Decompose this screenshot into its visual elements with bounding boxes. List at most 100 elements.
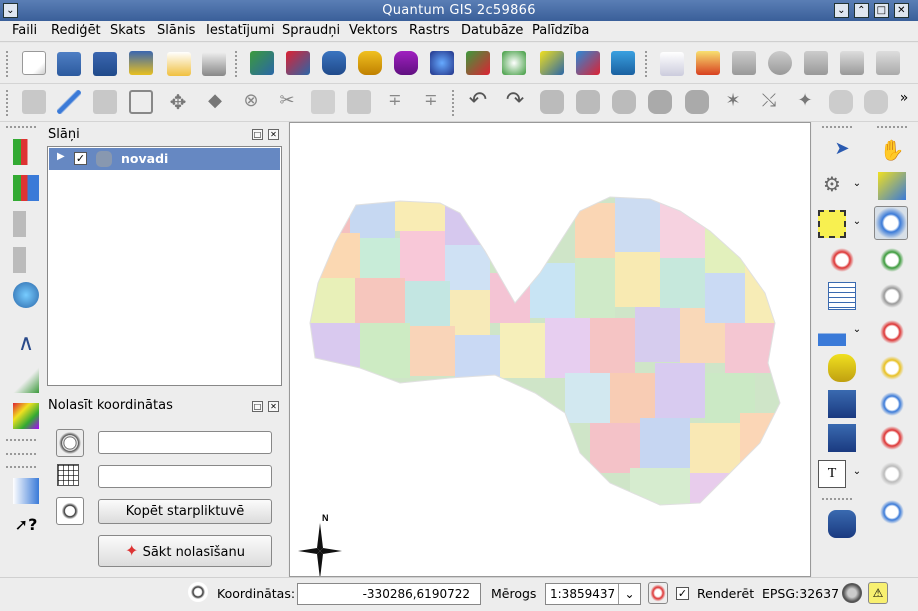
minimize-icon[interactable]: ⌄ [834,3,849,18]
histogram-gray-icon[interactable] [13,211,39,237]
identify-icon[interactable]: ➤ [828,138,856,166]
delete-selected-icon[interactable]: ⊗ [239,90,263,114]
field-calc-icon[interactable]: ∓ [383,90,407,114]
grid-tool-icon[interactable] [13,403,39,429]
histogram-gray2-icon[interactable] [13,247,39,273]
new-project-icon[interactable] [22,51,46,75]
layer-row-novadi[interactable]: ▶ ✓ novadi [49,148,280,170]
whats-this-icon[interactable]: ➚? [13,515,39,541]
pan-icon[interactable]: ✋ [878,138,906,166]
zoom-next-icon[interactable] [878,424,906,452]
toolbar-grip[interactable] [235,51,238,77]
toolbar-grip[interactable] [6,90,9,116]
copy-to-clipboard-button[interactable]: Kopēt starpliktuvē [98,499,272,524]
show-icon[interactable] [768,51,792,75]
cut-features-icon[interactable]: ✂ [275,90,299,114]
float-panel-icon[interactable]: □ [252,129,263,140]
help-book-icon[interactable] [13,478,39,504]
dropdown-arrow-icon[interactable]: ⌄ [850,324,864,352]
coord-field-2[interactable] [98,465,272,488]
histogram-icon[interactable] [13,139,39,165]
deselect-icon[interactable] [828,246,856,274]
menu-help[interactable]: Palīdzība [532,23,589,38]
print-composer-icon[interactable] [167,52,191,76]
close-icon[interactable]: ✕ [894,3,909,18]
save-layer-icon[interactable] [93,90,117,114]
expand-arrow-icon[interactable]: ▶ [57,151,65,162]
grid-crs-icon[interactable] [57,464,79,486]
menu-settings[interactable]: Iestatījumi [206,23,275,38]
add-part-icon[interactable] [612,90,636,114]
start-capture-button[interactable]: ✦ Sākt nolasīšanu [98,535,272,567]
coords-field[interactable]: -330286,6190722 [297,583,481,605]
db-query-icon[interactable] [828,510,856,538]
label-icon[interactable] [660,52,684,76]
georef-icon[interactable] [13,367,39,393]
attribute-table-icon[interactable] [828,282,856,310]
copy-features-icon[interactable] [311,90,335,114]
menu-raster[interactable]: Rastrs [409,23,450,38]
add-mssql-icon[interactable] [394,51,418,75]
zoom-selection-icon[interactable] [878,354,906,382]
mouse-track-icon[interactable] [56,497,84,525]
undo-icon[interactable]: ↶ [466,90,490,114]
dropdown-arrow-icon[interactable]: ⌄ [850,466,864,494]
text-annotation-icon[interactable]: T [818,460,846,488]
plugin3-icon[interactable] [876,51,900,75]
reshape-icon[interactable]: ✶ [721,90,745,114]
merge-attributes-icon[interactable] [864,90,888,114]
field-calc2-icon[interactable]: ∓ [419,90,443,114]
add-vector-icon[interactable] [466,51,490,75]
toolbar-grip[interactable] [822,126,852,132]
zoom-last-icon[interactable] [878,390,906,418]
add-postgis-icon[interactable] [322,51,346,75]
add-raster-icon[interactable] [250,51,274,75]
stop-render-icon[interactable] [648,582,668,604]
add-ring-icon[interactable] [576,90,600,114]
chevron-right-icon[interactable]: » [896,90,912,114]
node-tool-icon[interactable]: ◆ [203,90,227,114]
offset-curve-icon[interactable]: ⤯ [757,90,781,114]
close-panel-icon[interactable]: ✕ [268,129,279,140]
histogram-arrow-icon[interactable] [13,175,39,201]
new-bookmark-icon[interactable] [828,390,856,418]
menu-view[interactable]: Skats [110,23,145,38]
refresh-icon[interactable] [878,498,906,526]
shade-icon[interactable]: ⌃ [854,3,869,18]
crs-globe-icon[interactable] [56,429,84,457]
warning-icon[interactable]: ⚠ [868,582,888,604]
print-icon[interactable] [202,52,226,76]
render-checkbox[interactable]: ✓ [676,587,689,600]
dropdown-arrow-icon[interactable]: ⌄ [850,178,864,206]
merge-features-icon[interactable] [829,90,853,114]
measure-icon[interactable] [818,318,846,346]
toolbar-grip[interactable] [6,466,36,472]
move-feature-icon[interactable]: ✥ [166,90,190,114]
toolbar-grip[interactable] [6,439,36,445]
toolbar-grip[interactable] [822,498,852,504]
remove-layer-icon[interactable] [611,51,635,75]
plugin-icon[interactable] [804,51,828,75]
plugin2-icon[interactable] [840,51,864,75]
add-feature-icon[interactable] [129,90,153,114]
coord-field-1[interactable] [98,431,272,454]
layer-visibility-checkbox[interactable]: ✓ [74,152,87,165]
coordinate-toggle-icon[interactable] [188,582,208,602]
pan-to-selection-icon[interactable] [878,172,906,200]
toolbar-grip[interactable] [6,453,36,459]
layer-name[interactable]: novadi [121,151,168,166]
add-csv-icon[interactable] [540,51,564,75]
zoom-in-icon[interactable] [874,206,908,240]
zoom-full-icon[interactable] [878,282,906,310]
map-tips-icon[interactable] [828,354,856,382]
scale-combo[interactable]: 1:3859437 ⌄ [545,583,641,605]
tip-icon[interactable] [696,51,720,75]
window-menu-icon[interactable]: ⌄ [3,3,18,18]
select-features-icon[interactable] [818,210,846,238]
add-spatialite-icon[interactable] [358,51,382,75]
menu-vector[interactable]: Vektors [349,23,398,38]
redo-icon[interactable]: ↷ [503,90,527,114]
crs-label[interactable]: EPSG:32637 [762,586,839,601]
add-wcs-icon[interactable] [502,51,526,75]
add-wms-icon[interactable] [286,51,310,75]
